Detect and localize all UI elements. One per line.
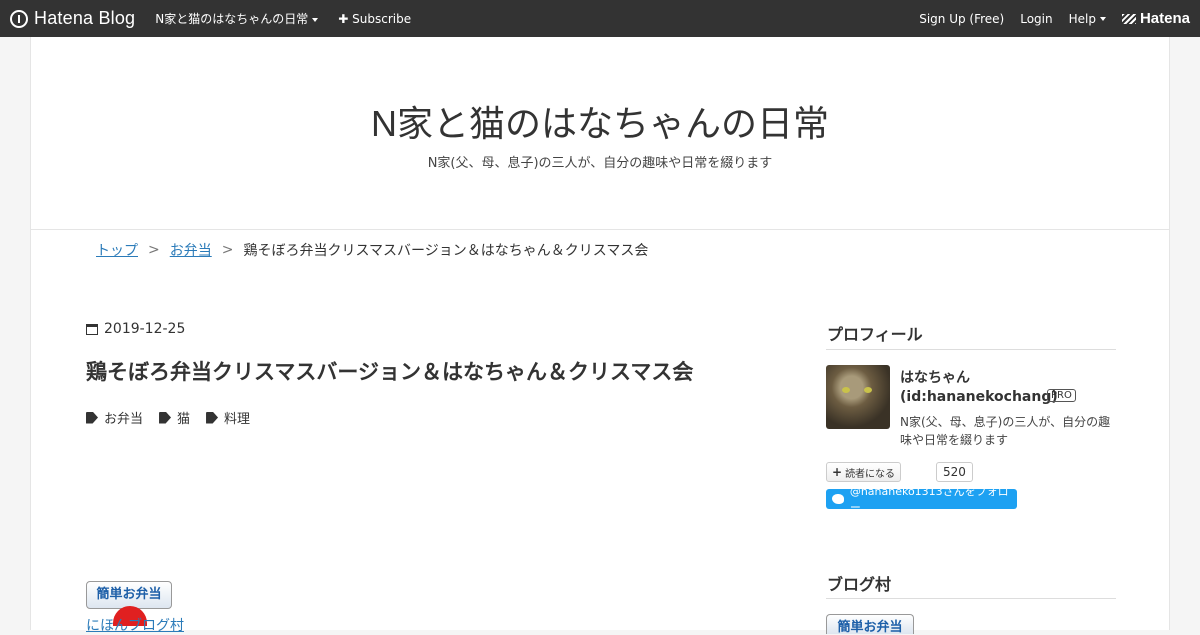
subscribe-button[interactable]: + 読者になる (826, 462, 902, 482)
logo-text: Hatena Blog (34, 8, 136, 28)
blog-menu-label: N家と猫のはなちゃんの日常 (155, 12, 309, 26)
twitter-bird-icon (832, 494, 844, 504)
calendar-icon (86, 323, 98, 335)
twitter-follow-button[interactable]: @hananeko1313さんをフォロー (826, 485, 1017, 514)
login-link[interactable]: Login (1020, 12, 1052, 26)
tag-icon (159, 411, 172, 424)
entry-date-text: 2019-12-25 (104, 321, 186, 337)
category-link[interactable]: お弁当 (86, 408, 143, 427)
category-link[interactable]: 猫 (159, 408, 190, 427)
category-link[interactable]: 料理 (206, 408, 250, 427)
tag-icon (86, 411, 98, 424)
breadcrumb-top-link[interactable]: トップ (96, 240, 138, 260)
plus-icon: + (832, 465, 843, 479)
blog-title[interactable]: N家と猫のはなちゃんの日常 (31, 95, 1169, 147)
plus-icon: ✚ (338, 11, 349, 26)
hatena-brand-link[interactable]: Hatena (1121, 10, 1190, 27)
subscribe-button-label: 読者になる (845, 468, 896, 480)
avatar-eye (864, 387, 872, 393)
hatena-stripes-icon (1121, 13, 1136, 24)
blog-menu[interactable]: N家と猫のはなちゃんの日常 (155, 10, 319, 27)
avatar-eye (842, 387, 850, 393)
hatena-brand-label: Hatena (1139, 10, 1190, 27)
profile-id[interactable]: (id:hananekochang) (900, 389, 1058, 405)
breadcrumb-category-link[interactable]: お弁当 (170, 240, 212, 260)
signup-link[interactable]: Sign Up (Free) (919, 12, 1004, 26)
hatena-logo-icon (10, 9, 28, 28)
divider (826, 598, 1116, 599)
help-menu[interactable]: Help (1069, 12, 1106, 26)
hatena-blog-logo[interactable]: Hatena Blog (10, 8, 135, 29)
category-label: お弁当 (104, 412, 144, 427)
blogmura-badge[interactable]: 簡単お弁当 (86, 581, 172, 609)
caret-down-icon (312, 17, 319, 22)
blog-description: N家(父、母、息子)の三人が、自分の趣味や日常を綴ります (427, 156, 773, 171)
blogmura-heading: ブログ村 (827, 575, 892, 594)
profile-description: N家(父、母、息子)の三人が、自分の趣味や日常を綴ります (900, 415, 1111, 447)
twitter-follow-label: @hananeko1313さんをフォロー (849, 485, 1009, 514)
category-label: 猫 (177, 412, 191, 427)
entry-title[interactable]: 鶏そぼろ弁当クリスマスバージョン＆はなちゃん＆クリスマス会 (86, 356, 693, 386)
breadcrumb-separator: > (148, 241, 160, 258)
global-header: Hatena Blog N家と猫のはなちゃんの日常 ✚ Subscribe Si… (0, 0, 1200, 37)
help-label: Help (1068, 11, 1096, 26)
entry-date[interactable]: 2019-12-25 (86, 321, 185, 337)
subscribe-link[interactable]: ✚ Subscribe (338, 12, 411, 26)
breadcrumb-separator: > (221, 241, 234, 258)
sidebar-blogmura-badge[interactable]: 簡単お弁当 (826, 614, 914, 634)
avatar[interactable] (826, 365, 890, 429)
breadcrumb-current: 鶏そぼろ弁当クリスマスバージョン＆はなちゃん＆クリスマス会 (243, 242, 649, 259)
subscriber-count: 520 (936, 462, 973, 482)
caret-down-icon (1099, 17, 1106, 21)
subscribe-label: Subscribe (352, 11, 412, 26)
header-right: Sign Up (Free) Login Help Hatena (903, 0, 1200, 37)
blog-title-area: N家と猫のはなちゃんの日常 N家(父、母、息子)の三人が、自分の趣味や日常を綴り… (30, 37, 1170, 230)
breadcrumb: トップ > お弁当 > 鶏そぼろ弁当クリスマスバージョン＆はなちゃん＆クリスマス… (30, 229, 1170, 270)
main-content: 2019-12-25 鶏そぼろ弁当クリスマスバージョン＆はなちゃん＆クリスマス会… (30, 269, 1170, 634)
divider (826, 349, 1116, 350)
profile-heading: プロフィール (827, 325, 923, 344)
entry-categories: お弁当 猫 料理 (86, 408, 266, 427)
nihon-blogmura-link[interactable]: にほんブログ村 (86, 615, 184, 635)
tag-icon (206, 411, 219, 424)
category-label: 料理 (224, 412, 251, 427)
pro-badge: PRO (1047, 389, 1076, 402)
profile-name[interactable]: はなちゃん (900, 367, 970, 387)
